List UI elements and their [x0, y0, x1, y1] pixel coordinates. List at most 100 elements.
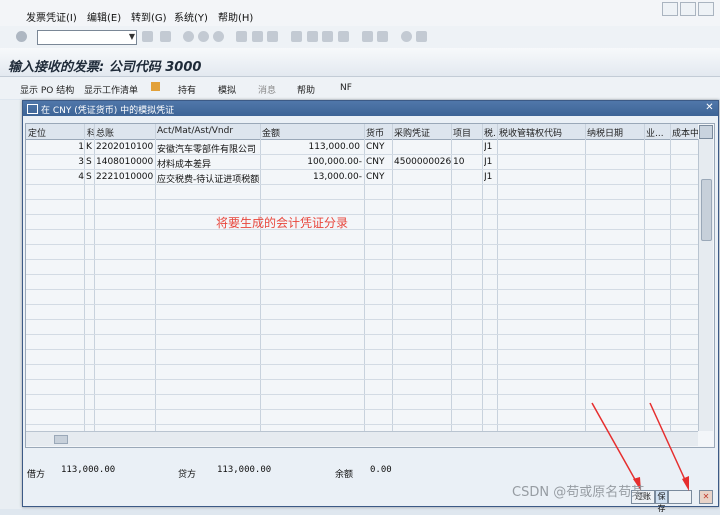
cell-position: 1: [78, 142, 84, 152]
col-header-account-name[interactable]: Act/Mat/Ast/Vndr: [157, 126, 257, 136]
col-header-cost-center[interactable]: 成本中: [672, 126, 698, 139]
nf-button[interactable]: NF: [340, 83, 352, 93]
find-next-icon[interactable]: [267, 31, 278, 42]
document-icon[interactable]: [151, 82, 160, 91]
dialog-titlebar[interactable]: 在 CNY (凭证货币) 中的模拟凭证 ✕: [23, 101, 718, 116]
cell-amount: 113,000.00: [308, 142, 360, 152]
scroll-thumb[interactable]: [701, 179, 712, 241]
menu-system[interactable]: 系统(Y): [174, 9, 208, 24]
shortcut-icon[interactable]: [377, 31, 388, 42]
hold-button[interactable]: 持有: [178, 83, 196, 96]
grid-settings-icon[interactable]: [699, 125, 713, 139]
vertical-scrollbar[interactable]: [698, 139, 713, 431]
credit-label: 贷方: [178, 470, 197, 480]
col-header-item[interactable]: 项目: [453, 126, 481, 139]
col-header-amount[interactable]: 金额: [262, 126, 362, 139]
cell-purchase-doc: 4500000026: [394, 157, 452, 167]
next-page-icon[interactable]: [322, 31, 333, 42]
menu-invoice[interactable]: 发票凭证(I): [26, 9, 77, 24]
simulation-dialog: 在 CNY (凭证货币) 中的模拟凭证 ✕ 定位 科 总账 Act/Mat/As…: [22, 100, 719, 513]
cell-currency: CNY: [366, 142, 385, 152]
back-icon[interactable]: [183, 31, 194, 42]
cell-position: 4: [78, 172, 84, 182]
cell-item: 10: [453, 157, 465, 167]
cell-account-name: 材料成本差异: [157, 160, 212, 170]
enter-check-icon[interactable]: [16, 31, 27, 42]
title-area: 输入接收的发票: 公司代码 3000: [0, 48, 720, 77]
cell-account-name: 安徽汽车零部件有限公司 /...: [157, 145, 259, 155]
col-header-tax-date[interactable]: 纳税日期: [587, 126, 643, 139]
standard-toolbar: ▼: [0, 26, 720, 49]
show-po-structure-button[interactable]: 显示 PO 结构: [20, 83, 74, 96]
balance-label: 余额: [335, 470, 354, 480]
simulate-button[interactable]: 模拟: [218, 83, 236, 96]
menu-bar: 发票凭证(I) 编辑(E) 转到(G) 系统(Y) 帮助(H): [0, 0, 720, 27]
col-header-business-area[interactable]: 业...: [646, 126, 668, 139]
cell-amount: 100,000.00-: [307, 157, 362, 167]
page-title: 输入接收的发票: 公司代码 3000: [8, 60, 202, 75]
save-text-button[interactable]: [668, 490, 692, 504]
cell-currency: CNY: [366, 157, 385, 167]
debit-label: 借方: [27, 470, 46, 480]
cell-gl-account: 2202010100: [96, 142, 154, 152]
grid-header: 定位 科 总账 Act/Mat/Ast/Vndr 金额 货币 采购凭证 项目 税…: [26, 124, 698, 140]
menu-help[interactable]: 帮助(H): [218, 9, 253, 24]
cell-tax-code: J1: [484, 172, 493, 182]
background-panel: [0, 100, 22, 509]
cancel-icon[interactable]: [213, 31, 224, 42]
credit-value: 113,000.00: [217, 465, 272, 475]
cell-amount: 13,000.00-: [312, 172, 362, 182]
balance-value: 0.00: [370, 465, 392, 475]
close-window-icon[interactable]: [698, 2, 714, 16]
dropdown-arrow-icon[interactable]: ▼: [129, 32, 135, 41]
cell-gl-account: 2221010000: [96, 172, 154, 182]
help-button[interactable]: 帮助: [297, 83, 315, 96]
maximize-icon[interactable]: [680, 2, 696, 16]
cell-account-name: 应交税费-待认证进项税额: [157, 175, 259, 185]
watermark-text: CSDN @苟或原名苟某: [512, 485, 645, 500]
menu-edit[interactable]: 编辑(E): [87, 9, 121, 24]
save-button[interactable]: 保存: [655, 490, 668, 513]
col-header-gl-account[interactable]: 总账: [96, 126, 154, 139]
col-header-tax[interactable]: 税...: [484, 126, 496, 139]
find-icon[interactable]: [252, 31, 263, 42]
save-label: 保存: [657, 492, 666, 513]
dialog-close-icon[interactable]: ✕: [704, 102, 715, 113]
col-header-purchase-doc[interactable]: 采购凭证: [394, 126, 450, 139]
cell-gl-account: 1408010000: [96, 157, 154, 167]
help-icon[interactable]: [401, 31, 412, 42]
cell-tax-code: J1: [484, 157, 493, 167]
application-toolbar: 显示 PO 结构 显示工作清单 持有 模拟 消息 帮助 NF: [0, 77, 720, 99]
annotation-text: 将要生成的会计凭证分录: [216, 216, 349, 230]
cell-tax-code: J1: [484, 142, 493, 152]
horizontal-scrollbar[interactable]: [26, 431, 698, 446]
dialog-icon: [27, 104, 38, 114]
command-field[interactable]: ▼: [37, 30, 137, 45]
cell-key: S: [86, 157, 92, 167]
cell-position: 3: [78, 157, 84, 167]
new-session-icon[interactable]: [362, 31, 373, 42]
prev-page-icon[interactable]: [307, 31, 318, 42]
cell-key: S: [86, 172, 92, 182]
dialog-title: 在 CNY (凭证货币) 中的模拟凭证: [41, 106, 175, 116]
cancel-icon[interactable]: ✕: [699, 490, 713, 504]
minimize-icon[interactable]: [662, 2, 678, 16]
menu-goto[interactable]: 转到(G): [131, 9, 167, 24]
posting-grid[interactable]: 定位 科 总账 Act/Mat/Ast/Vndr 金额 货币 采购凭证 项目 税…: [25, 123, 715, 448]
scroll-thumb[interactable]: [54, 435, 68, 444]
first-page-icon[interactable]: [291, 31, 302, 42]
last-page-icon[interactable]: [338, 31, 349, 42]
show-worklist-button[interactable]: 显示工作清单: [84, 83, 138, 96]
exit-icon[interactable]: [198, 31, 209, 42]
col-header-tax-jurisdiction[interactable]: 税收管辖权代码: [499, 126, 583, 139]
history-icon[interactable]: [142, 31, 153, 42]
save-icon[interactable]: [160, 31, 171, 42]
window-controls: [660, 2, 716, 16]
debit-value: 113,000.00: [61, 465, 116, 475]
col-header-position[interactable]: 定位: [28, 126, 76, 139]
cell-key: K: [86, 142, 92, 152]
messages-button[interactable]: 消息: [258, 83, 276, 96]
col-header-currency[interactable]: 货币: [366, 126, 390, 139]
layout-icon[interactable]: [416, 31, 427, 42]
print-icon[interactable]: [236, 31, 247, 42]
